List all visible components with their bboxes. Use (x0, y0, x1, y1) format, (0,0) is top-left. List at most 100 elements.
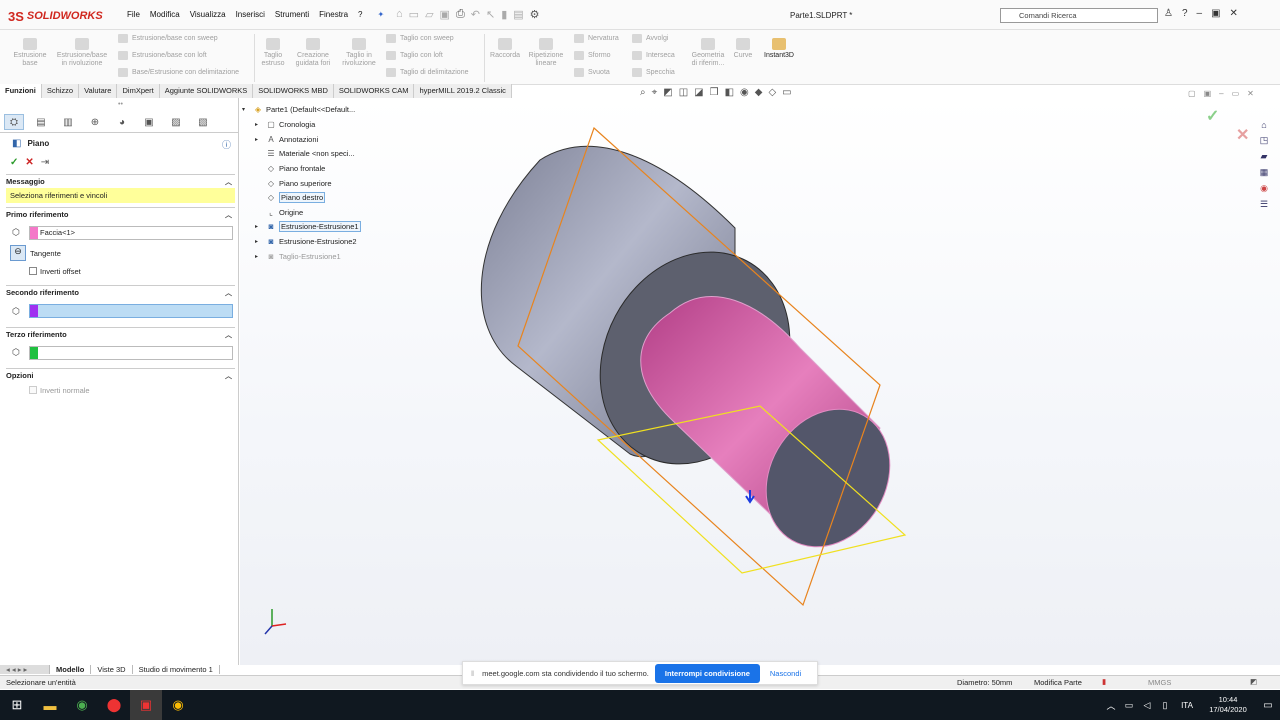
model-view[interactable] (240, 98, 1280, 665)
tab-modello[interactable]: Modello (50, 665, 92, 674)
design-library-icon[interactable]: ◳ (1257, 134, 1271, 147)
menu-modifica[interactable]: Modifica (145, 10, 185, 19)
confirm-cancel-icon[interactable]: ✕ (1236, 125, 1249, 145)
collapse-arrow-icon[interactable]: ▾ (242, 106, 250, 113)
viewport-restore-icon[interactable]: ▢ (1188, 89, 1196, 98)
stop-sharing-button[interactable]: Interrompi condivisione (654, 663, 760, 683)
tree-item-estrusione1[interactable]: ▸ ◙ Estrusione-Estrusione1 (255, 219, 361, 233)
fillet-button[interactable]: Raccorda (488, 38, 522, 60)
help-icon[interactable]: ? (1182, 8, 1188, 19)
file-explorer-icon[interactable]: ▬ (34, 690, 66, 720)
extrude-boss-button[interactable]: Estrusione base (10, 38, 50, 68)
tab-studio-movimento[interactable]: Studio di movimento 1 (133, 665, 220, 674)
collapse-chevron-icon[interactable]: ︿ (225, 371, 232, 381)
section-view-icon[interactable]: ◫ (679, 87, 688, 98)
swept-cut-button[interactable]: Taglio con sweep (386, 34, 454, 43)
wrap-button[interactable]: Avvolgi (632, 34, 668, 43)
solidworks-taskbar-icon[interactable]: ▣ (130, 690, 162, 720)
previous-view-icon[interactable]: ◩ (663, 87, 672, 98)
collapse-chevron-icon[interactable]: ︿ (225, 288, 232, 298)
viewport-maximize-icon[interactable]: ▭ (1232, 89, 1240, 98)
tab-cam[interactable]: SOLIDWORKS CAM (333, 84, 415, 98)
battery-icon[interactable]: ▯ (1156, 690, 1174, 720)
shell-button[interactable]: Svuota (574, 68, 610, 77)
options-icon[interactable]: ⚙ (530, 8, 540, 21)
section-primo-riferimento[interactable]: Primo riferimento ︿ (6, 207, 235, 219)
dynamic-annotation-icon[interactable]: ◪ (694, 87, 703, 98)
minimize-icon[interactable]: – (1197, 8, 1203, 19)
save-icon[interactable]: ▣ (440, 8, 450, 21)
panel-splitter-handle[interactable]: •• (118, 101, 123, 108)
tab-viste-3d[interactable]: Viste 3D (91, 665, 133, 674)
lofted-cut-button[interactable]: Taglio con loft (386, 51, 443, 60)
expand-arrow-icon[interactable]: ▸ (255, 136, 263, 143)
invert-normal-checkbox[interactable] (29, 386, 37, 394)
rebuild-icon[interactable]: ▮ (501, 8, 507, 21)
hypermill-icon[interactable]: ▧ (193, 114, 213, 130)
display-manager-icon[interactable]: ◕ (112, 114, 132, 130)
second-reference-field[interactable] (29, 304, 233, 318)
boundary-boss-button[interactable]: Base/Estrusione con delimitazione (118, 68, 239, 77)
clock[interactable]: 10:44 17/04/2020 (1200, 695, 1256, 715)
viewport-minimize-icon[interactable]: – (1219, 89, 1223, 98)
solidworks-logo[interactable]: 3S SOLIDWORKS (8, 6, 103, 26)
chrome-icon[interactable]: ◉ (66, 690, 98, 720)
menu-finestra[interactable]: Finestra (314, 10, 353, 19)
boundary-cut-button[interactable]: Taglio di delimitazione (386, 68, 468, 77)
rebuild-status-icon[interactable]: ▮ (1102, 677, 1106, 686)
tab-hypermill[interactable]: hyperMILL 2019.2 Classic (414, 84, 512, 98)
tree-item-piano-superiore[interactable]: ◇ Piano superiore (255, 176, 332, 190)
viewport-tile-icon[interactable]: ▣ (1204, 89, 1212, 98)
cam-tools-icon[interactable]: ▨ (166, 114, 186, 130)
zoom-area-icon[interactable]: ⌖ (652, 87, 658, 98)
collapse-chevron-icon[interactable]: ︿ (225, 210, 232, 220)
new-icon[interactable]: ▭ (409, 8, 419, 21)
swept-boss-button[interactable]: Estrusione/base con sweep (118, 34, 218, 43)
section-opzioni[interactable]: Opzioni ︿ (6, 368, 235, 380)
view-settings-icon[interactable]: ▭ (782, 87, 791, 98)
drag-handle-icon[interactable]: ‖ (463, 669, 482, 678)
collapse-chevron-icon[interactable]: ︿ (225, 330, 232, 340)
menu-file[interactable]: File (122, 10, 145, 19)
lofted-boss-button[interactable]: Estrusione/base con loft (118, 51, 207, 60)
tab-aggiunte[interactable]: Aggiunte SOLIDWORKS (159, 84, 254, 98)
property-manager-icon[interactable]: ▤ (31, 114, 51, 130)
ok-icon[interactable]: ✓ (10, 157, 18, 168)
pm-help-icon[interactable]: ⓘ (222, 138, 231, 151)
edit-appearance-icon[interactable]: ◆ (755, 87, 763, 98)
tree-item-piano-frontale[interactable]: ◇ Piano frontale (255, 161, 325, 175)
viewport-close-icon[interactable]: ✕ (1247, 89, 1254, 98)
dimxpert-manager-icon[interactable]: ⊕ (85, 114, 105, 130)
tree-item-materiale[interactable]: ☰ Materiale <non speci... (255, 146, 354, 160)
tab-scroll-arrows[interactable]: ◂ ◂ ▸ ▸ (0, 665, 50, 674)
intersect-button[interactable]: Interseca (632, 51, 675, 60)
collapse-chevron-icon[interactable]: ︿ (225, 177, 232, 187)
section-secondo-riferimento[interactable]: Secondo riferimento ︿ (6, 285, 235, 297)
revolved-cut-button[interactable]: Taglio in rivoluzione (338, 38, 380, 68)
custom-properties-icon[interactable]: ☰ (1257, 198, 1271, 211)
record-icon[interactable]: ⬤ (98, 690, 130, 720)
draft-button[interactable]: Sformo (574, 51, 611, 60)
tangent-constraint-icon[interactable]: ⊖ (10, 245, 26, 261)
instant3d-button[interactable]: Instant3D (760, 38, 798, 60)
close-window-icon[interactable]: ✕ (1230, 8, 1238, 19)
tree-item-cronologia[interactable]: ▸ ▢ Cronologia (255, 117, 315, 131)
hide-button[interactable]: Nascondi (770, 669, 801, 678)
home-icon[interactable]: ⌂ (396, 8, 403, 21)
rib-button[interactable]: Nervatura (574, 34, 619, 43)
print-icon[interactable]: ⎙ (456, 8, 465, 21)
menu-help[interactable]: ? (353, 10, 367, 19)
status-units[interactable]: MMGS (1148, 678, 1171, 687)
section-messaggio[interactable]: Messaggio ︿ (6, 174, 235, 186)
menu-visualizza[interactable]: Visualizza (185, 10, 231, 19)
invert-offset-checkbox[interactable] (29, 267, 37, 275)
expand-arrow-icon[interactable]: ▸ (255, 253, 263, 260)
open-icon[interactable]: ▱ (425, 8, 433, 21)
tree-item-piano-destro[interactable]: ◇ Piano destro (255, 190, 326, 204)
tab-dimxpert[interactable]: DimXpert (117, 84, 160, 98)
expand-arrow-icon[interactable]: ▸ (255, 121, 263, 128)
configuration-manager-icon[interactable]: ▥ (58, 114, 78, 130)
linear-pattern-button[interactable]: Ripetizione lineare (524, 38, 568, 68)
display-style-icon[interactable]: ◧ (725, 87, 734, 98)
undo-icon[interactable]: ↶ (471, 8, 480, 21)
